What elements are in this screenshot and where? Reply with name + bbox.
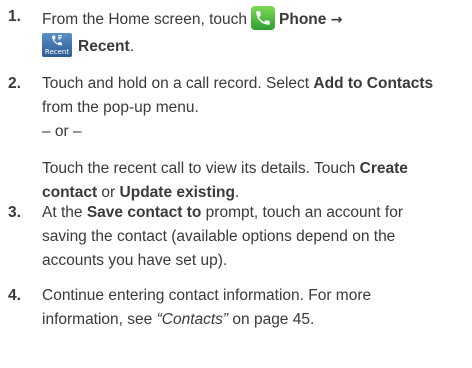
step-2-end: . — [234, 184, 240, 201]
recent-label: Recent — [78, 38, 130, 55]
contact-label: contact — [42, 184, 98, 201]
step-number: 2. — [8, 75, 21, 92]
step-number: 4. — [8, 287, 21, 304]
step-2-separator: – or – — [42, 121, 82, 143]
contacts-reference-link[interactable]: “Contacts” — [157, 311, 229, 328]
step-text: accounts you have set up). — [42, 252, 228, 269]
step-text: information, see — [42, 311, 157, 328]
step-4-line-1: Continue entering contact information. F… — [42, 285, 371, 307]
or-text: or — [97, 184, 120, 201]
step-text: from the pop-up menu. — [42, 99, 199, 116]
step-1-line-1: From the Home screen, touch Phone → — [42, 6, 342, 31]
create-label: Create — [359, 160, 408, 177]
step-2-line-2: from the pop-up menu. — [42, 97, 199, 119]
step-number: 3. — [8, 204, 21, 221]
phone-label: Phone — [279, 11, 327, 28]
or-separator: – or – — [42, 123, 82, 140]
step-text: prompt, touch an account for — [201, 204, 403, 221]
step-text: Touch and hold on a call record. Select — [42, 75, 314, 92]
step-2-line-4: Touch the recent call to view its detail… — [42, 158, 408, 180]
step-text: At the — [42, 204, 87, 221]
step-4-line-2: information, see “Contacts” on page 45. — [42, 309, 314, 331]
step-1-line-2: Recent Recent. — [42, 33, 134, 58]
step-text: Touch the recent call to view its detail… — [42, 160, 360, 177]
step-text: Continue entering contact information. F… — [42, 287, 372, 304]
update-existing-label: Update existing — [119, 184, 235, 201]
step-2-line-1: Touch and hold on a call record. Select … — [42, 73, 433, 95]
recent-icon-text: Recent — [44, 48, 70, 56]
step-3-line-3: accounts you have set up). — [42, 250, 227, 272]
step-number: 1. — [8, 8, 21, 25]
step-2-line-5: contact or Update existing. — [42, 182, 239, 204]
instruction-page: 1. From the Home screen, touch Phone → Re… — [0, 0, 472, 368]
step-text: From the Home screen, touch — [42, 11, 248, 28]
step-1-end: . — [129, 38, 134, 55]
arrow-right-icon: → — [330, 12, 343, 28]
step-3-line-2: saving the contact (available options de… — [42, 226, 395, 248]
save-contact-to-label: Save contact to — [86, 204, 202, 221]
step-3-line-1: At the Save contact to prompt, touch an … — [42, 202, 403, 224]
recent-calls-icon: Recent — [42, 33, 72, 57]
step-text: saving the contact (available options de… — [42, 228, 396, 245]
step-text: on page 45. — [228, 311, 315, 328]
add-to-contacts-label: Add to Contacts — [313, 75, 434, 92]
phone-icon — [251, 6, 276, 30]
